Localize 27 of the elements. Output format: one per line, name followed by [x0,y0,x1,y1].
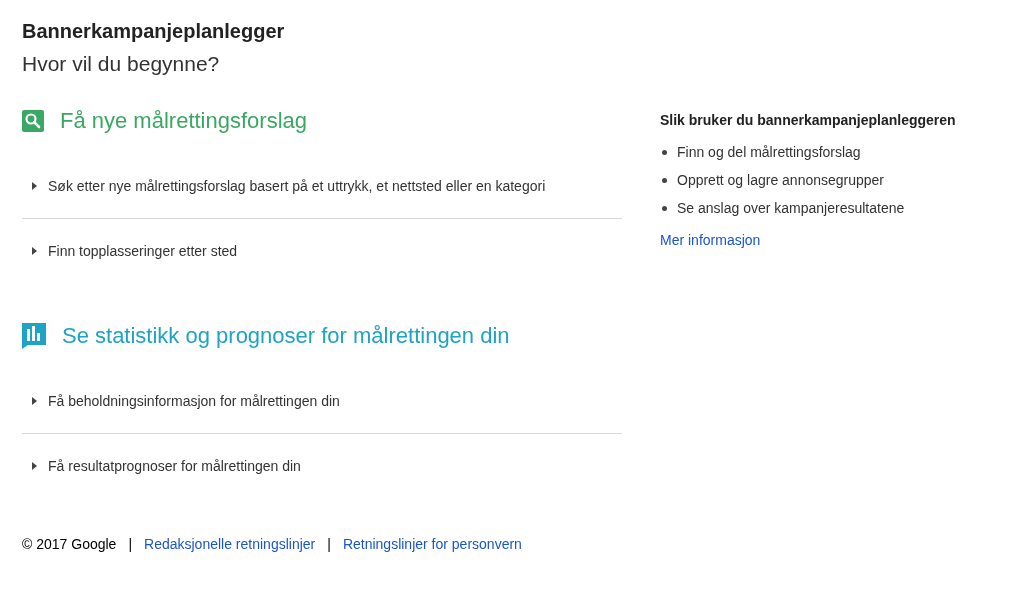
page-title: Bannerkampanjeplanlegger [22,19,285,44]
expand-caret-icon [32,397,38,405]
expand-caret-icon [32,182,38,190]
copyright: © 2017 Google [22,535,117,554]
footer-link[interactable]: Retningslinjer for personvern [342,534,522,555]
more-info-link[interactable]: Mer informasjon [660,230,761,251]
search-icon [22,110,44,132]
expandable-row[interactable]: Få resultatprognoser for målrettingen din [22,434,622,498]
help-item: Opprett og lagre annonsegrupper [677,170,885,190]
expand-caret-icon [32,462,38,470]
footer-link[interactable]: Redaksjonelle retningslinjer [144,534,316,555]
bullet-icon [662,177,667,183]
page-subtitle: Hvor vil du begynne? [22,51,220,77]
separator: | [327,535,331,554]
help-item: Finn og del målrettingsforslag [677,142,861,162]
expand-caret-icon [32,247,38,255]
expandable-row[interactable]: Få beholdningsinformasjon for målrettingen din [22,369,622,433]
section-heading: Se statistikk og prognoser for målrettingen din [62,322,510,350]
help-item: Se anslag over kampanjeresultatene [677,198,905,218]
help-heading: Slik bruker du bannerkampanjeplanleggeren [660,111,956,130]
bullet-icon [662,149,667,155]
bar-chart-icon [22,323,46,349]
bullet-icon [662,205,667,211]
expandable-row[interactable]: Finn topplasseringer etter sted [22,219,622,283]
separator: | [128,535,133,554]
section-heading: Få nye målrettingsforslag [60,107,307,135]
expandable-row[interactable]: Søk etter nye målrettingsforslag basert på et uttrykk, et nettsted eller en kategori [22,154,622,218]
